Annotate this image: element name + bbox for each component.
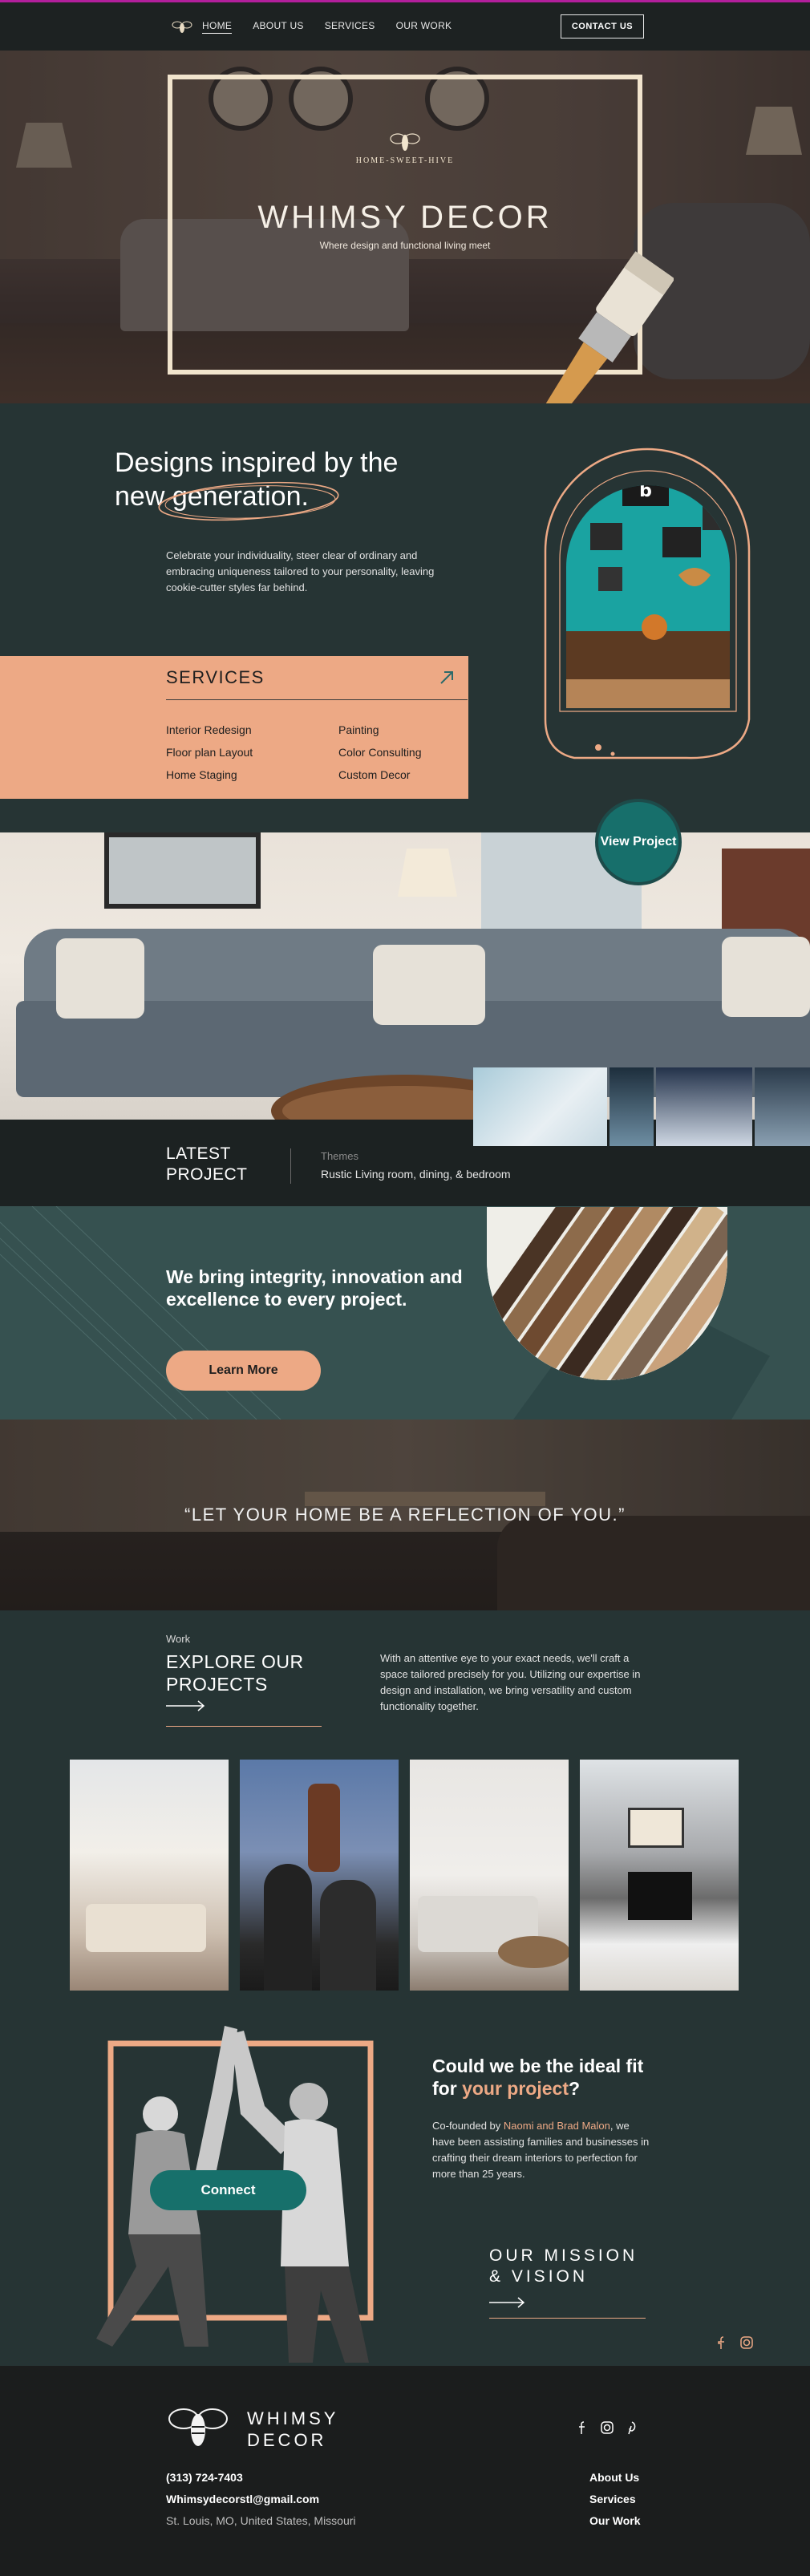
- gallery-photo-living-room[interactable]: [70, 1760, 229, 1991]
- ideal-body-part-1: Co-founded by: [432, 2120, 504, 2132]
- work-body: With an attentive eye to your exact need…: [380, 1652, 641, 1712]
- instagram-icon[interactable]: [739, 2335, 754, 2350]
- photo-pillow: [56, 938, 144, 1019]
- services-list-left: Interior Redesign Floor plan Layout Home…: [166, 719, 253, 786]
- footer-brand-line-1: WHIMSY: [247, 2408, 339, 2428]
- footer: WHIMSY DECOR (313) 724-7403 Whimsydecors…: [0, 2366, 810, 2576]
- hero-brand-small: HOME-SWEET-HIVE: [355, 156, 455, 165]
- latest-project-description: Rustic Living room, dining, & bedroom: [321, 1168, 511, 1181]
- project-thumbnails: [473, 1067, 810, 1146]
- bee-icon: [390, 133, 420, 151]
- project-thumbnail[interactable]: [473, 1067, 607, 1146]
- side-social-icons: [715, 2335, 754, 2350]
- nav-links: HOME ABOUT US SERVICES OUR WORK: [202, 20, 452, 34]
- service-item: Home Staging: [166, 768, 237, 781]
- quote-banner: “LET YOUR HOME BE A REFLECTION OF YOU.”: [0, 1420, 810, 1610]
- mission-divider: [489, 2318, 646, 2319]
- footer-link-our-work[interactable]: Our Work: [589, 2510, 641, 2532]
- latest-label-line-1: LATEST: [166, 1144, 231, 1163]
- ideal-fit-body: Co-founded by Naomi and Brad Malon, we h…: [432, 2118, 650, 2182]
- founder-names: Naomi and Brad Malon: [503, 2120, 610, 2132]
- footer-phone[interactable]: (313) 724-7403: [166, 2467, 356, 2489]
- footer-links: About Us Services Our Work: [589, 2467, 641, 2532]
- bee-icon[interactable]: [172, 20, 192, 34]
- nav-link-our-work[interactable]: OUR WORK: [396, 20, 452, 34]
- footer-address: St. Louis, MO, United States, Missouri: [166, 2514, 356, 2527]
- gallery-photo-fireplace[interactable]: [580, 1760, 739, 1991]
- top-nav: HOME ABOUT US SERVICES OUR WORK CONTACT …: [0, 2, 810, 51]
- work-title-line-1: EXPLORE OUR: [166, 1651, 304, 1672]
- service-item: Interior Redesign: [166, 723, 252, 736]
- hero-tagline: Where design and functional living meet: [319, 240, 491, 251]
- bee-logo-icon[interactable]: [166, 2403, 230, 2449]
- facebook-icon[interactable]: [715, 2335, 728, 2350]
- nav-link-about[interactable]: ABOUT US: [253, 20, 304, 34]
- pinterest-icon[interactable]: [626, 2420, 638, 2435]
- learn-more-button[interactable]: Learn More: [166, 1351, 321, 1391]
- arch-photo: b: [544, 448, 751, 759]
- intro-title-line-1: Designs inspired by the: [115, 448, 399, 478]
- mission-vision-title: OUR MISSION & VISION: [489, 2246, 638, 2287]
- latest-divider: [290, 1148, 291, 1184]
- service-item: Custom Decor: [338, 768, 411, 781]
- project-thumbnail[interactable]: [609, 1067, 654, 1146]
- mission-line-2: & VISION: [489, 2267, 589, 2286]
- project-gallery: [70, 1760, 740, 1991]
- footer-link-about[interactable]: About Us: [589, 2467, 641, 2489]
- gallery-photo-founders[interactable]: [240, 1760, 399, 1991]
- service-item: Floor plan Layout: [166, 746, 253, 759]
- footer-brand-line-2: DECOR: [247, 2430, 327, 2450]
- connect-button[interactable]: Connect: [150, 2170, 306, 2210]
- project-thumbnail[interactable]: [656, 1067, 752, 1146]
- nav-link-home[interactable]: HOME: [202, 20, 233, 34]
- latest-label-line-2: PROJECT: [166, 1165, 248, 1184]
- integrity-section: We bring integrity, innovation and excel…: [0, 1206, 810, 1420]
- footer-contact: (313) 724-7403 Whimsydecorstl@gmail.com …: [166, 2467, 356, 2532]
- quote-text: “LET YOUR HOME BE A REFLECTION OF YOU.”: [184, 1505, 626, 1525]
- footer-email[interactable]: Whimsydecorstl@gmail.com: [166, 2489, 356, 2510]
- work-title: EXPLORE OUR PROJECTS: [166, 1651, 304, 1695]
- services-list-right: Painting Color Consulting Custom Decor: [338, 719, 422, 786]
- arrow-right-icon[interactable]: [489, 2297, 526, 2308]
- hero-title: WHIMSY DECOR: [257, 200, 553, 235]
- photo-pillow: [373, 945, 485, 1025]
- instagram-icon[interactable]: [600, 2420, 614, 2435]
- services-title: SERVICES: [166, 667, 265, 687]
- facebook-icon[interactable]: [576, 2420, 589, 2435]
- view-project-button[interactable]: View Project: [595, 799, 682, 885]
- contact-us-button[interactable]: CONTACT US: [561, 14, 644, 38]
- ellipse-underline-decor: [158, 481, 339, 521]
- paintbrush-icon: [541, 251, 674, 403]
- arrow-up-right-icon[interactable]: [438, 669, 456, 687]
- svg-text:b: b: [639, 481, 652, 501]
- nav-link-services[interactable]: SERVICES: [325, 20, 375, 34]
- work-divider: [166, 1726, 322, 1727]
- service-item: Color Consulting: [338, 746, 422, 759]
- footer-link-services[interactable]: Services: [589, 2489, 641, 2510]
- work-eyebrow: Work: [166, 1633, 191, 1645]
- mission-line-1: OUR MISSION: [489, 2246, 638, 2265]
- services-panel: SERVICES Interior Redesign Floor plan La…: [0, 656, 468, 799]
- photo-pillow: [722, 937, 810, 1017]
- footer-social-icons: [576, 2420, 638, 2435]
- work-title-line-2: PROJECTS: [166, 1674, 268, 1695]
- photo-lamp: [398, 849, 457, 897]
- page: HOME ABOUT US SERVICES OUR WORK CONTACT …: [0, 0, 810, 2576]
- photo-wall-art: [104, 832, 261, 909]
- ideal-title-accent: your project: [462, 2078, 569, 2099]
- footer-brand: WHIMSY DECOR: [247, 2408, 338, 2451]
- intro-body: Celebrate your individuality, steer clea…: [166, 549, 435, 593]
- ideal-title-part-2: ?: [568, 2078, 581, 2099]
- hero-section: HOME-SWEET-HIVE WHIMSY DECOR Where desig…: [0, 51, 810, 403]
- themes-label: Themes: [321, 1150, 358, 1162]
- project-thumbnail[interactable]: [754, 1067, 810, 1146]
- integrity-heading: We bring integrity, innovation and excel…: [166, 1266, 463, 1310]
- ideal-fit-heading: Could we be the ideal fit for your proje…: [432, 2055, 657, 2100]
- services-divider: [166, 699, 468, 700]
- service-item: Painting: [338, 723, 379, 736]
- latest-project-label: LATEST PROJECT: [166, 1144, 248, 1185]
- gallery-photo-sofa[interactable]: [410, 1760, 569, 1991]
- arrow-right-icon[interactable]: [166, 1700, 206, 1711]
